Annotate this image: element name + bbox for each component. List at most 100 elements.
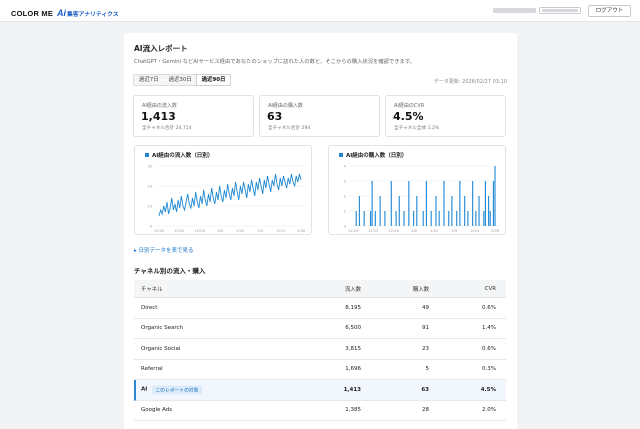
column-visits: 流入数 — [344, 286, 361, 293]
channel-cvr: 0.3% — [482, 366, 496, 373]
table-row: Organic Search 6,500 91 1.4% — [134, 319, 506, 339]
report-card: AI流入レポート ChatGPT・Gemini などAIサービス経由であなたのシ… — [124, 33, 517, 429]
purchase-bar — [398, 196, 400, 226]
kpi-value: 1,413 — [141, 110, 176, 123]
visits-series-line — [158, 173, 302, 217]
y-tick-label: 1 — [344, 210, 346, 214]
column-cvr: CVR — [484, 285, 496, 292]
x-tick-label: 12/12 — [174, 229, 184, 233]
table-row: Direct 8,195 49 0.6% — [134, 298, 506, 319]
period-30d-tab[interactable]: 過近30日 — [164, 75, 197, 85]
kpi-sub: 全チャネル全体 1.2% — [394, 126, 440, 131]
product-ai-mark: Ai — [57, 8, 67, 18]
kpi-label: AI経由の流入数 — [142, 103, 177, 109]
channel-name: Organic Social — [141, 345, 181, 352]
purchase-bar — [422, 211, 424, 226]
purchase-bar — [384, 211, 386, 226]
product-name: 集客アナリティクス — [67, 11, 119, 18]
purchase-bar — [413, 211, 415, 226]
purchase-bar — [379, 196, 381, 226]
brand-name: COLOR ME — [11, 8, 54, 18]
kpi-ai-purchases: AI経由の購入数 63 全チャネル合計 294 — [259, 95, 380, 137]
kpi-sub: 全チャネル合計 24,714 — [142, 126, 192, 131]
purchase-bar — [443, 181, 445, 226]
channel-visits: 1,413 — [343, 386, 361, 393]
channel-section-title: チャネル別の流入・購入 — [134, 267, 206, 275]
channel-visits: 3,815 — [345, 345, 361, 352]
kpi-value: 63 — [267, 110, 283, 123]
channel-purchases: 63 — [421, 386, 429, 393]
purchase-bar — [430, 211, 432, 226]
channel-visits: 8,195 — [345, 304, 361, 311]
channel-cvr: 4.5% — [480, 386, 496, 393]
y-tick-label: 20 — [147, 185, 152, 189]
channel-visits: 6,500 — [345, 325, 361, 332]
channel-name: Direct — [141, 304, 158, 311]
visits-chart-card: AI経由の流入数（日別） 0 10 20 30 11/29 12/12 12/26 1/8 1/… — [134, 145, 312, 235]
period-7d-tab[interactable]: 過近7日 — [134, 75, 164, 85]
x-tick-label: 2/5 — [452, 229, 458, 233]
purchase-bar — [484, 181, 486, 226]
purchase-bar — [489, 211, 491, 226]
account-placeholder — [539, 7, 581, 14]
x-tick-label: 1/22 — [430, 229, 438, 233]
x-tick-label: 1/8 — [217, 229, 223, 233]
kpi-ai-visits: AI経由の流入数 1,413 全チャネル合計 24,714 — [133, 95, 254, 137]
x-tick-label: 2/26 — [297, 229, 306, 233]
y-tick-label: 0 — [344, 225, 347, 229]
channel-name: Organic Search — [141, 325, 184, 332]
channel-name: Referral — [141, 366, 163, 373]
channel-name: Google Ads — [141, 407, 173, 414]
purchase-bar — [358, 196, 360, 226]
purchase-bar — [438, 211, 440, 226]
purchase-bar — [478, 196, 480, 226]
y-tick-label: 4 — [344, 165, 347, 169]
table-row-highlighted: AI このレポートの対象 1,413 63 4.5% — [134, 380, 506, 401]
y-tick-label: 30 — [147, 165, 152, 169]
purchase-bar — [369, 211, 372, 226]
purchase-bar — [459, 181, 461, 226]
x-tick-label: 2/19 — [471, 229, 480, 233]
purchase-bar — [464, 196, 466, 226]
kpi-ai-cvr: AI経由のCVR 4.5% 全チャネル全体 1.2% — [385, 95, 506, 137]
x-tick-label: 12/26 — [388, 229, 399, 233]
table-header: チャネル 流入数 購入数 CVR — [134, 280, 506, 298]
y-tick-label: 10 — [147, 205, 152, 209]
channel-cvr: 0.6% — [482, 304, 496, 311]
purchase-bar — [395, 211, 397, 226]
daily-table-toggle[interactable]: ▸ 日別データを表で見る — [134, 246, 194, 254]
channel-purchases: 49 — [422, 304, 429, 311]
column-purchases: 購入数 — [412, 286, 429, 293]
x-tick-label: 11/29 — [348, 229, 359, 233]
purchase-bar — [472, 181, 474, 226]
table-row: Referral 1,696 5 0.3% — [134, 360, 506, 380]
channel-cvr: 0.6% — [482, 345, 496, 352]
y-tick-label: 2 — [344, 195, 346, 199]
channel-table: チャネル 流入数 購入数 CVR Direct 8,195 49 0.6% Or… — [134, 280, 506, 421]
channel-name: AI — [141, 386, 148, 393]
target-badge: このレポートの対象 — [152, 385, 202, 395]
purchases-chart-card: AI経由の購入数（日別） 0 1 2 3 4 11/29 12/12 12/26 1/8 1/22… — [328, 145, 506, 235]
x-tick-label: 2/19 — [277, 229, 286, 233]
period-90d-tab[interactable]: 過近90日 — [195, 74, 232, 86]
top-header: COLOR ME Ai 集客アナリティクス ログアウト — [0, 0, 640, 22]
channel-purchases: 28 — [422, 407, 429, 414]
purchase-bar — [355, 211, 357, 226]
logout-button[interactable]: ログアウト — [588, 5, 631, 17]
purchase-bar — [488, 196, 490, 226]
kpi-label: AI経由の購入数 — [268, 103, 303, 109]
purchase-bar — [492, 181, 494, 226]
x-tick-label: 12/26 — [194, 229, 205, 233]
channel-cvr: 1.4% — [482, 325, 496, 332]
purchase-bar — [467, 211, 469, 226]
visits-line-chart: 0 10 20 30 11/29 12/12 12/26 1/8 1/22 2/5 2/19 2/26 — [147, 165, 306, 234]
purchase-bar — [448, 211, 450, 226]
x-tick-label: 12/12 — [368, 229, 378, 233]
x-tick-label: 2/26 — [491, 229, 500, 233]
data-updated-text: データ更新: 2026/02/27 03:10 — [433, 79, 507, 85]
kpi-label: AI経由のCVR — [394, 103, 425, 109]
channel-name-cell: AI このレポートの対象 — [141, 385, 202, 395]
app-logo[interactable]: COLOR ME Ai 集客アナリティクス — [11, 7, 119, 19]
purchase-bar — [456, 211, 458, 226]
channel-visits: 1,696 — [345, 366, 361, 373]
